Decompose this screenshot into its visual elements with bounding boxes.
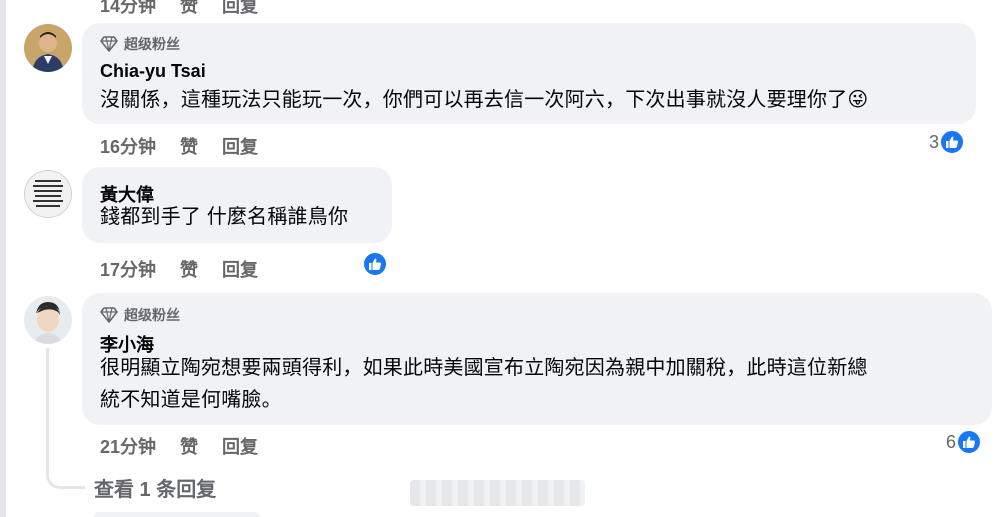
reaction-count[interactable] (362, 251, 388, 277)
comment-text: 錢都到手了 什麼名稱誰鳥你 (100, 206, 349, 228)
reply-button[interactable]: 回复 (222, 0, 258, 18)
left-border (0, 0, 6, 517)
reply-thread-line (46, 348, 85, 489)
watermark-image (410, 480, 585, 506)
badge-label: 超级粉丝 (124, 36, 180, 52)
comment-author[interactable]: Chia-yu Tsai (100, 61, 206, 82)
thumbs-up-icon (956, 429, 983, 455)
like-button[interactable]: 赞 (180, 433, 198, 459)
like-button[interactable]: 赞 (180, 256, 198, 282)
comment-meta: 21分钟 赞 回复 (100, 433, 282, 459)
reply-button[interactable]: 回复 (222, 133, 258, 159)
badge: 超级粉丝 (100, 305, 180, 325)
comment-meta-partial: 14分钟 赞 回复 (100, 0, 282, 18)
emoji: 😜 (847, 89, 869, 111)
timestamp[interactable]: 16分钟 (100, 133, 156, 159)
reply-button[interactable]: 回复 (222, 256, 258, 282)
comment-meta: 17分钟 赞 回复 (100, 256, 282, 282)
thumbs-up-icon (939, 129, 966, 155)
timestamp[interactable]: 14分钟 (100, 0, 156, 18)
thumbs-up-icon (362, 251, 388, 277)
diamond-icon (100, 36, 118, 52)
timestamp[interactable]: 17分钟 (100, 256, 156, 282)
comment-meta: 16分钟 赞 回复 (100, 133, 282, 159)
view-replies-link[interactable]: 查看 1 条回复 (94, 473, 216, 502)
reaction-number: 3 (929, 131, 940, 152)
avatar[interactable] (24, 170, 72, 218)
avatar[interactable] (24, 24, 72, 72)
reaction-number: 6 (946, 431, 957, 452)
like-button[interactable]: 赞 (180, 133, 198, 159)
diamond-icon (100, 307, 118, 323)
reaction-count[interactable]: 6 (946, 429, 983, 455)
reaction-count[interactable]: 3 (929, 129, 966, 155)
reply-button[interactable]: 回复 (222, 433, 258, 459)
like-button[interactable]: 赞 (180, 0, 198, 18)
comment-text: 沒關係，這種玩法只能玩一次，你們可以再去信一次阿六，下次出事就沒人要理你了😜 (100, 89, 869, 111)
timestamp[interactable]: 21分钟 (100, 433, 156, 459)
badge-label: 超级粉丝 (124, 307, 180, 323)
next-comment-partial (94, 512, 260, 517)
comment-text: 很明顯立陶宛想要兩頭得利，如果此時美國宣布立陶宛因為親中加關稅，此時這位新總 統… (100, 357, 868, 411)
badge: 超级粉丝 (100, 34, 180, 54)
avatar[interactable] (24, 296, 72, 344)
